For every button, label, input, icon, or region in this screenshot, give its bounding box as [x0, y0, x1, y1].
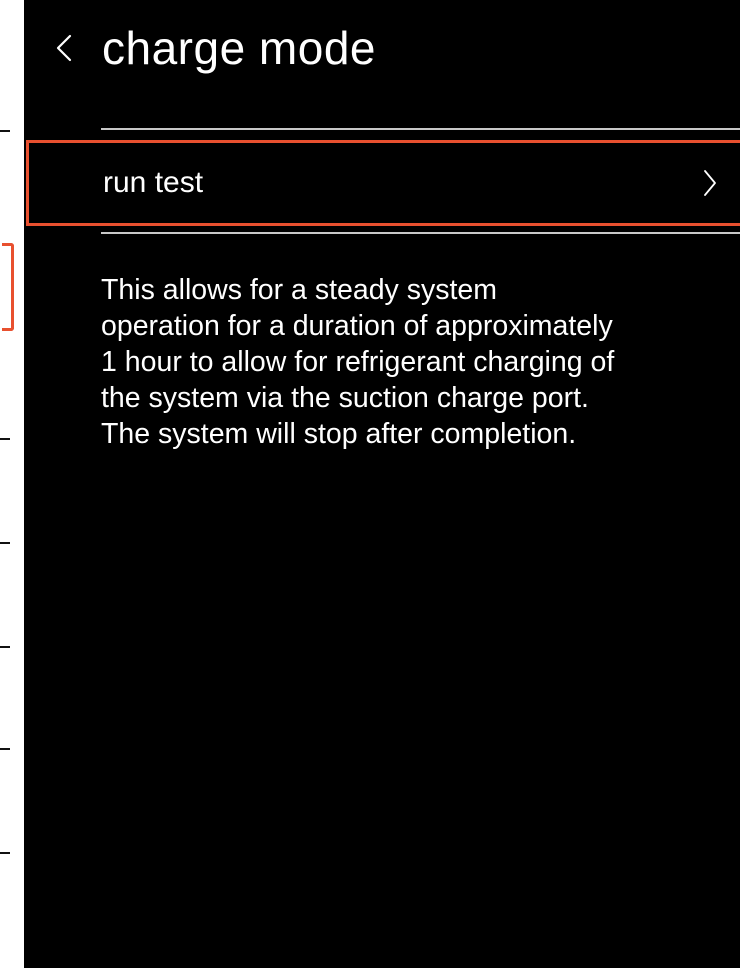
description-line: 1 hour to allow for refrigerant charging… [101, 346, 615, 378]
chevron-right-icon [701, 165, 719, 201]
strip-divider [0, 438, 10, 440]
selection-marker [2, 243, 14, 331]
top-divider [101, 128, 740, 130]
run-test-label: run test [103, 166, 204, 199]
description-line: the system via the suction charge port. [101, 382, 589, 414]
chevron-left-icon[interactable] [52, 30, 76, 66]
page-title: charge mode [102, 22, 376, 74]
strip-divider [0, 852, 10, 854]
header: charge mode [24, 0, 740, 100]
strip-divider [0, 646, 10, 648]
run-test-menu-item[interactable]: run test [26, 140, 740, 226]
left-strip [0, 0, 24, 968]
strip-divider [0, 130, 10, 132]
description-line: The system will stop after completion. [101, 418, 577, 450]
bottom-divider [101, 232, 740, 234]
description-line: This allows for a steady system [101, 274, 497, 306]
description-text: This allows for a steady system operatio… [101, 272, 736, 452]
description-line: operation for a duration of approximatel… [101, 310, 613, 342]
strip-divider [0, 748, 10, 750]
charge-mode-screen: charge mode run test This allows for a s… [24, 0, 740, 968]
strip-divider [0, 542, 10, 544]
